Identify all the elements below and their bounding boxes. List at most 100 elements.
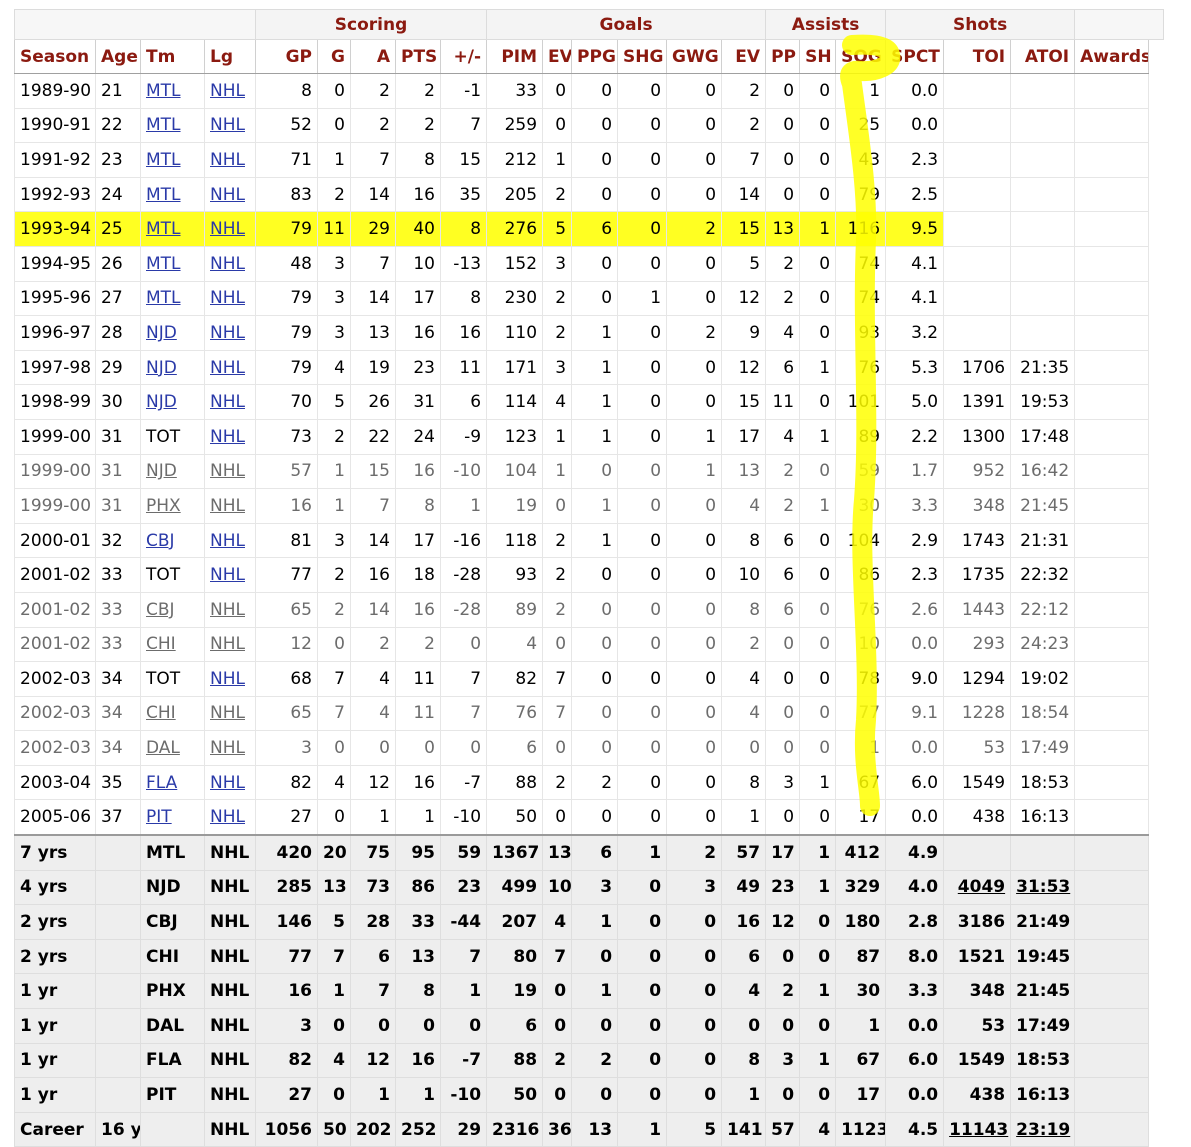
team-link[interactable]: NJD bbox=[146, 358, 177, 378]
column-header-sh[interactable]: SH bbox=[799, 39, 837, 74]
team-link[interactable]: FLA bbox=[146, 773, 177, 793]
league-link[interactable]: NHL bbox=[210, 531, 245, 551]
stat-cell: 2 bbox=[765, 488, 801, 524]
team-link[interactable]: CBJ bbox=[146, 531, 175, 551]
stat-cell: 0 bbox=[571, 453, 619, 490]
team-link[interactable]: MTL bbox=[146, 288, 181, 308]
league-link[interactable]: NHL bbox=[210, 634, 245, 654]
stat-cell: 0 bbox=[765, 799, 801, 836]
summary-age-cell bbox=[95, 834, 141, 871]
stat-cell: 0 bbox=[617, 315, 668, 351]
league-link[interactable]: NHL bbox=[210, 323, 245, 343]
league-link[interactable]: NHL bbox=[210, 773, 245, 793]
team-link[interactable]: MTL bbox=[146, 185, 181, 205]
team-link[interactable]: MTL bbox=[146, 219, 181, 239]
team-link[interactable]: MTL bbox=[146, 115, 181, 135]
league-link[interactable]: NHL bbox=[210, 703, 245, 723]
season-row: 1991-92 23 MTL NHL 71 1 7 8 15 212 1 0 0 0 7 0 0 43 2.3 bbox=[14, 142, 1164, 178]
column-header-g[interactable]: G bbox=[317, 39, 351, 74]
column-header-gp[interactable]: GP bbox=[255, 39, 318, 74]
league-link[interactable]: NHL bbox=[210, 115, 245, 135]
summary-stat-cell: 412 bbox=[835, 834, 887, 871]
column-header-toi[interactable]: TOI bbox=[943, 39, 1012, 74]
column-header-a[interactable]: A bbox=[350, 39, 396, 74]
league-link[interactable]: NHL bbox=[210, 254, 245, 274]
team-link[interactable]: MTL bbox=[146, 81, 181, 101]
league-link[interactable]: NHL bbox=[210, 669, 245, 689]
team-link[interactable]: CHI bbox=[146, 634, 176, 654]
team-link[interactable]: MTL bbox=[146, 150, 181, 170]
column-header-awards[interactable]: Awards bbox=[1074, 39, 1150, 74]
team-link[interactable]: NJD bbox=[146, 323, 177, 343]
league-cell: NHL bbox=[204, 557, 256, 593]
column-header-sog[interactable]: SOG bbox=[835, 39, 887, 74]
column-header-season[interactable]: Season bbox=[14, 39, 96, 74]
stat-cell: 5 bbox=[721, 245, 767, 282]
stat-cell: 1 bbox=[799, 488, 837, 524]
team-link[interactable]: NJD bbox=[146, 461, 177, 481]
stat-cell bbox=[943, 280, 1012, 317]
league-link[interactable]: NHL bbox=[210, 392, 245, 412]
summary-stat-cell: 420 bbox=[255, 834, 318, 871]
team-link[interactable]: MTL bbox=[146, 254, 181, 274]
age-cell: 23 bbox=[95, 142, 141, 178]
column-header-ppg[interactable]: PPG bbox=[571, 39, 619, 74]
league-link[interactable]: NHL bbox=[210, 738, 245, 758]
stat-cell: 16 bbox=[395, 591, 441, 628]
stat-cell: 8 bbox=[439, 211, 488, 247]
summary-stat-cell: 1 bbox=[317, 973, 351, 1010]
stat-cell: 0 bbox=[542, 730, 573, 766]
summary-league-cell: NHL bbox=[204, 904, 256, 940]
summary-stat-cell: 499 bbox=[486, 869, 544, 906]
column-header-pts[interactable]: PTS bbox=[395, 39, 441, 74]
stat-cell: 17:48 bbox=[1010, 418, 1076, 455]
summary-stat-cell: 13 bbox=[542, 834, 573, 871]
column-header-lg[interactable]: Lg bbox=[204, 39, 256, 74]
season-row: 2001-02 33 CBJ NHL 65 2 14 16 -28 89 2 0 0 0 8 6 0 76 2.6 1… bbox=[14, 591, 1164, 628]
summary-stat-cell: 0 bbox=[542, 973, 573, 1010]
column-header-[interactable]: +/- bbox=[439, 39, 488, 74]
awards-cell bbox=[1074, 453, 1150, 490]
column-header-atoi[interactable]: ATOI bbox=[1010, 39, 1076, 74]
column-header-shg[interactable]: SHG bbox=[617, 39, 668, 74]
team-link[interactable]: CBJ bbox=[146, 600, 175, 620]
awards-cell bbox=[1074, 764, 1150, 801]
stat-cell: 0 bbox=[799, 280, 837, 317]
team-link[interactable]: NJD bbox=[146, 392, 177, 412]
column-header-spct[interactable]: SPCT bbox=[885, 39, 945, 74]
league-link[interactable]: NHL bbox=[210, 185, 245, 205]
column-header-gwg[interactable]: GWG bbox=[666, 39, 723, 74]
stat-cell: 3 bbox=[542, 245, 573, 282]
league-link[interactable]: NHL bbox=[210, 288, 245, 308]
stat-cell: 5 bbox=[542, 211, 573, 247]
summary-stat-cell: 6.0 bbox=[885, 1042, 945, 1079]
team-link[interactable]: DAL bbox=[146, 738, 180, 758]
column-header-pp[interactable]: PP bbox=[765, 39, 801, 74]
stat-cell: 1 bbox=[799, 764, 837, 801]
summary-stat-cell: 4 bbox=[721, 973, 767, 1010]
league-link[interactable]: NHL bbox=[210, 496, 245, 516]
league-link[interactable]: NHL bbox=[210, 150, 245, 170]
league-link[interactable]: NHL bbox=[210, 807, 245, 827]
stat-cell: 86 bbox=[835, 557, 887, 593]
league-link[interactable]: NHL bbox=[210, 600, 245, 620]
summary-stat-cell: 1 bbox=[799, 869, 837, 906]
league-link[interactable]: NHL bbox=[210, 461, 245, 481]
team-link[interactable]: PIT bbox=[146, 807, 172, 827]
column-header-ev[interactable]: EV bbox=[721, 39, 767, 74]
team-link[interactable]: CHI bbox=[146, 703, 176, 723]
column-header-ev[interactable]: EV bbox=[542, 39, 573, 74]
league-link[interactable]: NHL bbox=[210, 427, 245, 447]
summary-age-cell bbox=[95, 1008, 141, 1044]
league-link[interactable]: NHL bbox=[210, 81, 245, 101]
league-link[interactable]: NHL bbox=[210, 358, 245, 378]
summary-stat-cell: 57 bbox=[721, 834, 767, 871]
column-header-pim[interactable]: PIM bbox=[486, 39, 544, 74]
column-header-age[interactable]: Age bbox=[95, 39, 141, 74]
team-link[interactable]: PHX bbox=[146, 496, 181, 516]
league-link[interactable]: NHL bbox=[210, 219, 245, 239]
league-link[interactable]: NHL bbox=[210, 565, 245, 585]
stat-cell: 0 bbox=[617, 661, 668, 697]
column-header-tm[interactable]: Tm bbox=[140, 39, 205, 74]
stat-cell: 104 bbox=[486, 453, 544, 490]
